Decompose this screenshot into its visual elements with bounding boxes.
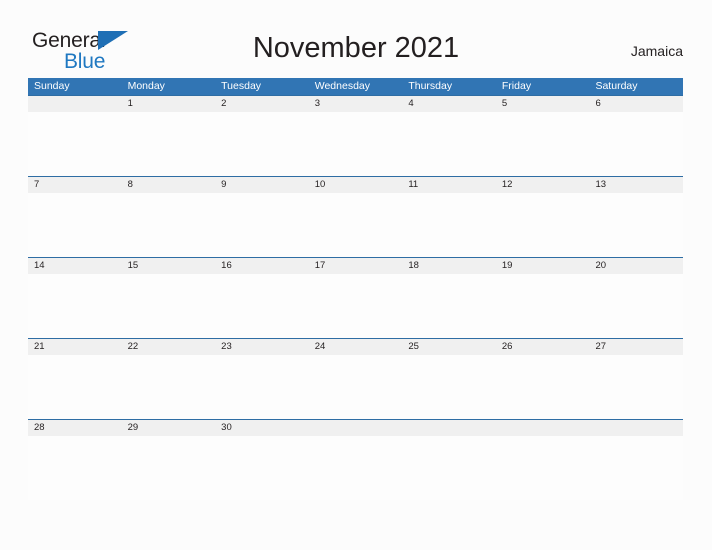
weekday-header-monday: Monday	[127, 80, 165, 92]
date-number[interactable]: 22	[122, 339, 216, 355]
date-number[interactable]: 12	[496, 177, 590, 193]
date-number[interactable]: 26	[496, 339, 590, 355]
week-note-area	[28, 193, 683, 257]
weekday-header-wednesday: Wednesday	[314, 80, 370, 92]
day-note-cell[interactable]	[28, 355, 122, 419]
day-note-cell[interactable]	[309, 193, 403, 257]
calendar-page: General Blue November 2021 Jamaica Sunda…	[0, 0, 712, 550]
page-title: November 2021	[252, 32, 460, 64]
date-number[interactable]: 29	[122, 420, 216, 436]
date-number[interactable]	[496, 420, 590, 436]
day-note-cell[interactable]	[496, 274, 590, 338]
date-number[interactable]: 11	[402, 177, 496, 193]
day-note-cell[interactable]	[496, 355, 590, 419]
locale-label: Jamaica	[630, 43, 683, 59]
date-number[interactable]: 15	[122, 258, 216, 274]
date-number[interactable]: 13	[589, 177, 683, 193]
date-number[interactable]: 5	[496, 96, 590, 112]
weekday-header-tuesday: Tuesday	[221, 80, 262, 92]
day-note-cell[interactable]	[309, 436, 403, 500]
date-number-band: 7 8 9 10 11 12 13	[28, 177, 683, 193]
week-row: 28 29 30	[28, 419, 683, 500]
day-note-cell[interactable]	[215, 436, 309, 500]
day-note-cell[interactable]	[122, 112, 216, 176]
day-note-cell[interactable]	[496, 112, 590, 176]
day-note-cell[interactable]	[28, 274, 122, 338]
date-number[interactable]	[28, 96, 122, 112]
date-number[interactable]: 17	[309, 258, 403, 274]
week-row: 14 15 16 17 18 19 20	[28, 257, 683, 338]
day-note-cell[interactable]	[589, 112, 683, 176]
weekday-header-thursday: Thursday	[408, 80, 453, 92]
date-number[interactable]	[589, 420, 683, 436]
date-number[interactable]: 14	[28, 258, 122, 274]
day-note-cell[interactable]	[28, 193, 122, 257]
date-number[interactable]	[309, 420, 403, 436]
day-note-cell[interactable]	[402, 193, 496, 257]
date-number[interactable]: 6	[589, 96, 683, 112]
date-number-band: 28 29 30	[28, 420, 683, 436]
week-row: 7 8 9 10 11 12 13	[28, 176, 683, 257]
date-number[interactable]: 25	[402, 339, 496, 355]
day-note-cell[interactable]	[122, 436, 216, 500]
week-note-area	[28, 112, 683, 176]
date-number[interactable]: 30	[215, 420, 309, 436]
date-number[interactable]: 9	[215, 177, 309, 193]
date-number[interactable]: 8	[122, 177, 216, 193]
day-note-cell[interactable]	[589, 355, 683, 419]
week-note-area	[28, 436, 683, 500]
date-number[interactable]: 20	[589, 258, 683, 274]
date-number[interactable]: 4	[402, 96, 496, 112]
day-note-cell[interactable]	[496, 193, 590, 257]
date-number[interactable]	[402, 420, 496, 436]
weekday-header-sunday: Sunday	[34, 80, 70, 92]
day-note-cell[interactable]	[402, 436, 496, 500]
date-number[interactable]: 7	[28, 177, 122, 193]
date-number[interactable]: 27	[589, 339, 683, 355]
date-number-band: 21 22 23 24 25 26 27	[28, 339, 683, 355]
day-note-cell[interactable]	[309, 112, 403, 176]
date-number[interactable]: 28	[28, 420, 122, 436]
day-note-cell[interactable]	[122, 274, 216, 338]
day-note-cell[interactable]	[28, 112, 122, 176]
date-number[interactable]: 10	[309, 177, 403, 193]
day-note-cell[interactable]	[215, 274, 309, 338]
day-note-cell[interactable]	[496, 436, 590, 500]
day-note-cell[interactable]	[402, 112, 496, 176]
day-note-cell[interactable]	[309, 274, 403, 338]
day-note-cell[interactable]	[589, 274, 683, 338]
day-note-cell[interactable]	[215, 193, 309, 257]
date-number[interactable]: 18	[402, 258, 496, 274]
date-number[interactable]: 19	[496, 258, 590, 274]
day-note-cell[interactable]	[215, 112, 309, 176]
week-row: 1 2 3 4 5 6	[28, 95, 683, 176]
day-note-cell[interactable]	[215, 355, 309, 419]
date-number[interactable]: 24	[309, 339, 403, 355]
weekday-header-friday: Friday	[501, 80, 532, 92]
date-number[interactable]: 21	[28, 339, 122, 355]
page-header: General Blue November 2021 Jamaica	[0, 0, 712, 78]
date-number-band: 14 15 16 17 18 19 20	[28, 258, 683, 274]
day-note-cell[interactable]	[309, 355, 403, 419]
day-note-cell[interactable]	[402, 274, 496, 338]
date-number[interactable]: 23	[215, 339, 309, 355]
week-row: 21 22 23 24 25 26 27	[28, 338, 683, 419]
day-note-cell[interactable]	[28, 436, 122, 500]
weekday-header-row: Sunday Monday Tuesday Wednesday Thursday…	[28, 78, 683, 95]
weekday-header-saturday: Saturday	[595, 80, 638, 92]
date-number[interactable]: 16	[215, 258, 309, 274]
week-note-area	[28, 355, 683, 419]
date-number[interactable]: 2	[215, 96, 309, 112]
calendar-grid: Sunday Monday Tuesday Wednesday Thursday…	[28, 78, 683, 500]
week-note-area	[28, 274, 683, 338]
day-note-cell[interactable]	[402, 355, 496, 419]
day-note-cell[interactable]	[589, 436, 683, 500]
date-number[interactable]: 1	[122, 96, 216, 112]
day-note-cell[interactable]	[122, 193, 216, 257]
date-number[interactable]: 3	[309, 96, 403, 112]
date-number-band: 1 2 3 4 5 6	[28, 96, 683, 112]
day-note-cell[interactable]	[122, 355, 216, 419]
day-note-cell[interactable]	[589, 193, 683, 257]
